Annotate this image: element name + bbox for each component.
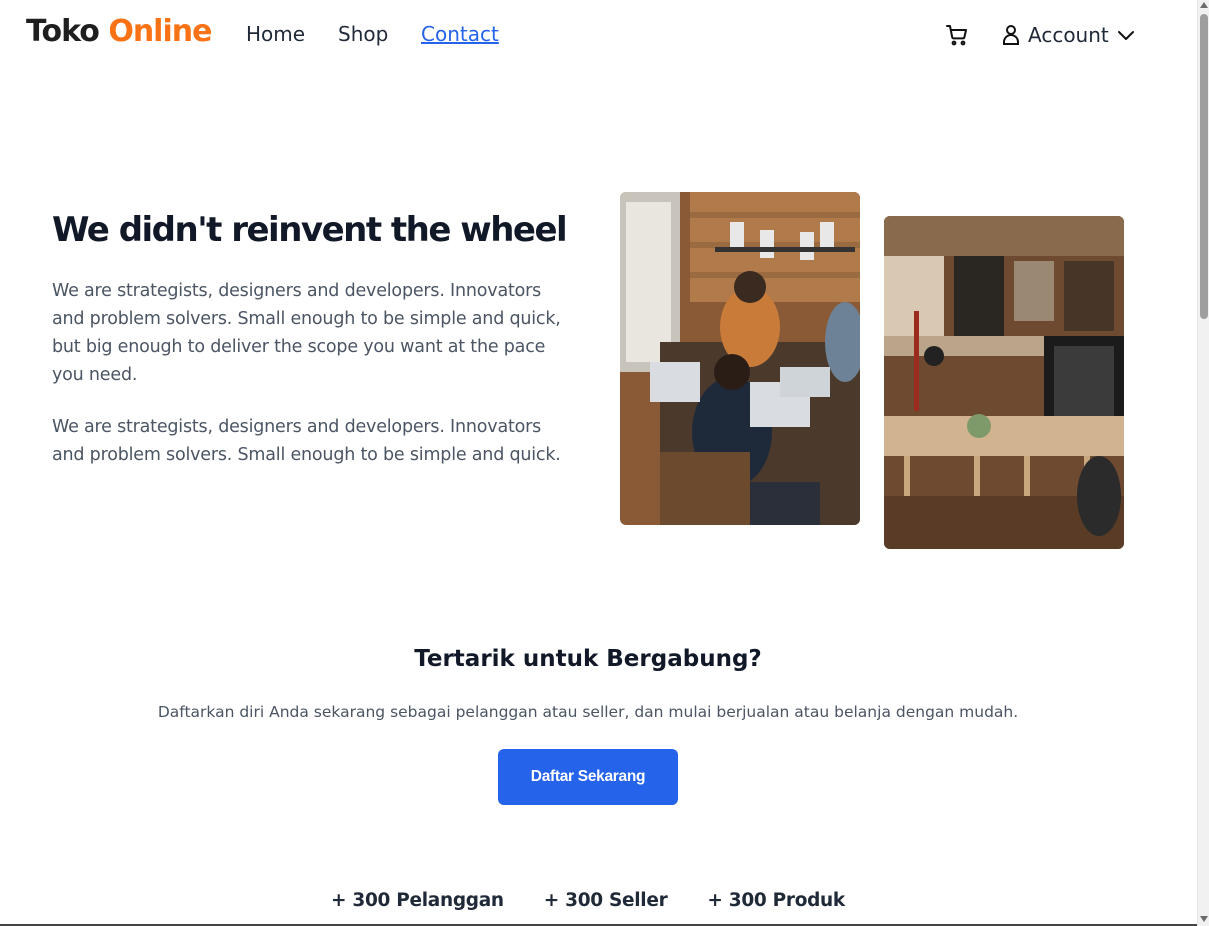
hero-paragraph: We are strategists, designers and develo… [52,417,561,465]
logo-text-online: Online [108,14,212,49]
stat-customers: + 300 Pelanggan [331,890,504,911]
nav-link-shop[interactable]: Shop [338,22,388,46]
scrollbar-thumb[interactable] [1200,14,1208,319]
register-now-button[interactable]: Daftar Sekarang [498,749,678,805]
vertical-scrollbar[interactable] [1197,0,1209,926]
logo-text-toko: Toko [26,14,100,49]
chevron-down-icon [1117,31,1134,40]
account-menu[interactable]: Account [1002,22,1135,48]
stat-products: + 300 Produk [707,890,845,911]
stat-sellers: + 300 Seller [543,890,668,911]
navbar: Toko Online Home Shop Contact Account [0,0,1197,68]
office-workspace-photo [884,216,1124,549]
cta-description: Daftarkan diri Anda sekarang sebagai pel… [157,703,1019,721]
hero-paragraph: We are strategists, designers and develo… [52,281,561,385]
scroll-down-arrow-icon[interactable] [1200,916,1208,922]
site-logo[interactable]: Toko Online [26,14,212,49]
nav-link-home[interactable]: Home [246,22,305,46]
cart-icon [946,25,967,46]
cta-title: Tertarik untuk Bergabung? [414,646,762,672]
user-icon [1003,25,1019,45]
stats-row: + 300 Pelanggan + 300 Seller + 300 Produ… [0,890,1176,911]
cart-button[interactable] [945,23,969,47]
office-team-photo [620,192,860,525]
nav-link-contact[interactable]: Contact [421,22,499,46]
account-label: Account [1028,23,1109,47]
hero-title: We didn't reinvent the wheel [52,210,568,250]
scroll-up-arrow-icon[interactable] [1200,2,1208,8]
